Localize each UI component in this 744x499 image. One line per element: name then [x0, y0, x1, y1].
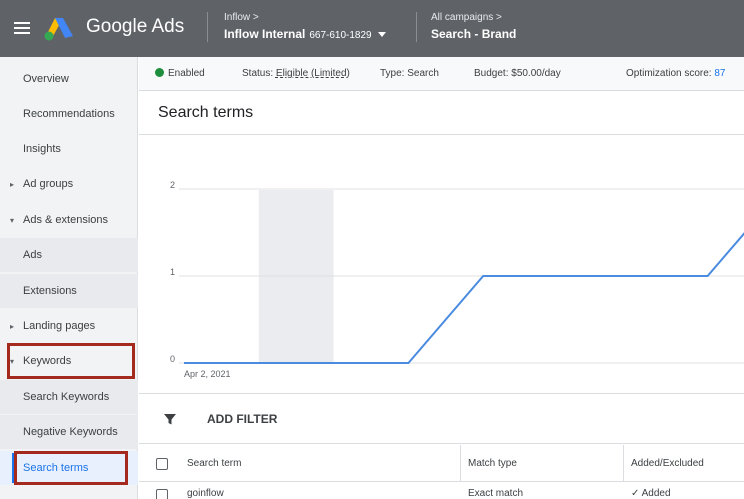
highlight-box-search-terms	[14, 451, 128, 485]
match-type-cell: Exact match	[468, 488, 524, 499]
sidebar-item-recommendations[interactable]: Recommendations	[0, 97, 138, 131]
chart-y-tick-label: 0	[170, 354, 175, 364]
search-term-cell: goinflow	[187, 488, 224, 499]
sidebar-item-negative-keywords[interactable]: Negative Keywords	[0, 415, 138, 449]
add-filter-button[interactable]: ADD FILTER	[207, 412, 277, 426]
sidebar-item-landing-pages[interactable]: ▸ Landing pages	[0, 309, 138, 343]
account-parent[interactable]: Inflow >	[224, 12, 259, 23]
google-ads-logo	[44, 18, 73, 41]
eligibility-status[interactable]: Status: Eligible (Limited)	[242, 68, 350, 79]
account-name: Inflow Internal	[224, 27, 306, 41]
campaign-status-bar: Enabled Status: Eligible (Limited) Type:…	[139, 57, 744, 91]
sidebar-item-search-keywords[interactable]: Search Keywords	[0, 380, 138, 414]
column-separator	[623, 445, 624, 482]
column-header-added-excluded[interactable]: Added/Excluded	[631, 445, 704, 482]
sidebar-item-ad-groups[interactable]: ▸ Ad groups	[0, 167, 138, 201]
enabled-dot-icon	[155, 68, 164, 77]
column-separator	[460, 445, 461, 482]
sidebar-item-extensions[interactable]: Extensions	[0, 274, 138, 308]
sidebar-item-insights[interactable]: Insights	[0, 132, 138, 166]
chart-x-tick-label: Apr 2, 2021	[184, 369, 231, 379]
sidebar-item-ads[interactable]: Ads	[0, 238, 138, 272]
enabled-status[interactable]: Enabled	[155, 68, 205, 79]
menu-icon[interactable]	[14, 22, 30, 34]
sidebar-item-ads-extensions[interactable]: ▾ Ads & extensions	[0, 203, 138, 237]
divider	[207, 12, 208, 42]
column-header-search-term[interactable]: Search term	[187, 445, 241, 482]
page-title: Search terms	[158, 104, 254, 121]
optimization-score[interactable]: Optimization score: 87	[626, 68, 726, 79]
table-header: Search term Match type Added/Excluded	[139, 445, 744, 482]
account-id: 667-610-1829	[309, 30, 372, 41]
campaign-parent[interactable]: All campaigns >	[431, 12, 502, 23]
brand-name: Google Ads	[86, 16, 185, 37]
line-chart: 2 1 0 Apr 2, 2021	[170, 180, 744, 379]
performance-chart: 2 1 0 Apr 2, 2021	[139, 135, 744, 393]
expand-arrow-icon: ▸	[10, 321, 15, 331]
expand-arrow-icon: ▸	[10, 179, 15, 189]
top-bar: Google Ads Inflow > Inflow Internal 667-6…	[0, 0, 744, 57]
table-row[interactable]: goinflow Exact match ✓ Added	[139, 483, 744, 499]
select-all-checkbox[interactable]	[156, 445, 168, 482]
highlight-box-keywords	[7, 343, 135, 379]
filter-icon[interactable]	[163, 412, 177, 426]
campaign-type: Type: Search	[380, 68, 439, 79]
dropdown-caret-icon	[377, 32, 386, 38]
row-checkbox[interactable]	[156, 489, 168, 499]
added-status-cell: ✓ Added	[631, 488, 671, 499]
collapse-arrow-icon: ▾	[10, 215, 15, 225]
account-selector[interactable]: Inflow Internal 667-610-1829	[224, 27, 386, 41]
sidebar-item-overview[interactable]: Overview	[0, 62, 138, 96]
chart-y-tick-label: 2	[170, 180, 175, 190]
campaign-budget[interactable]: Budget: $50.00/day	[474, 68, 561, 79]
column-header-match-type[interactable]: Match type	[468, 445, 517, 482]
campaign-name[interactable]: Search - Brand	[431, 27, 516, 41]
filter-bar: ADD FILTER	[139, 394, 744, 444]
divider	[416, 12, 417, 42]
chart-y-tick-label: 1	[170, 267, 175, 277]
